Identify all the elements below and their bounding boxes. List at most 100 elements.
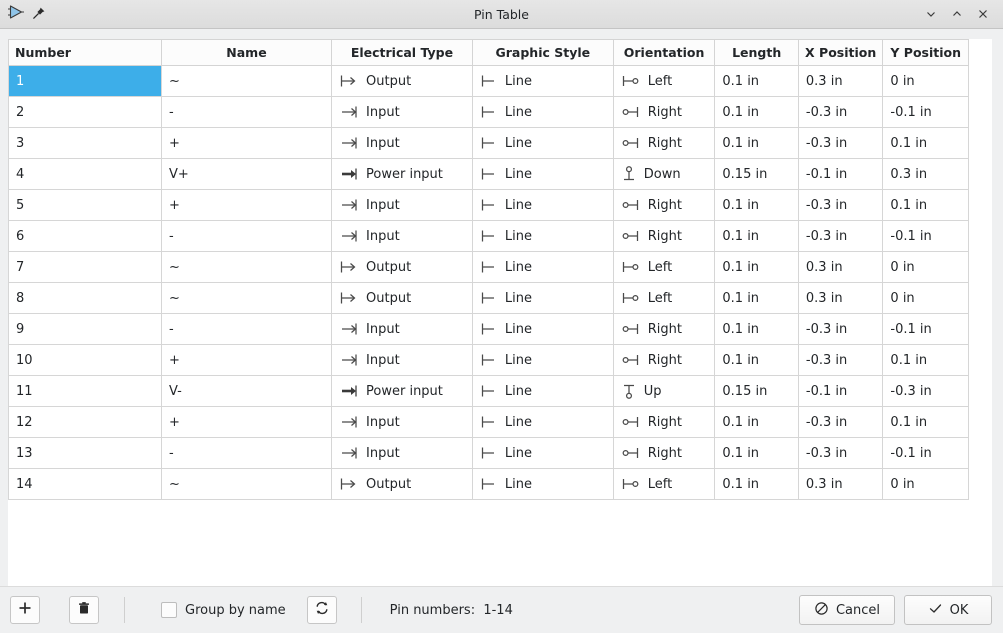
- cell-number[interactable]: 7: [9, 252, 162, 283]
- cell-orientation[interactable]: Right: [613, 407, 715, 438]
- cell-orientation[interactable]: Up: [613, 376, 715, 407]
- column-header-name[interactable]: Name: [161, 40, 331, 66]
- cell-x-position[interactable]: -0.1 in: [798, 376, 883, 407]
- cell-y-position[interactable]: 0 in: [883, 66, 969, 97]
- cell-x-position[interactable]: -0.3 in: [798, 221, 883, 252]
- cell-number[interactable]: 8: [9, 283, 162, 314]
- cell-x-position[interactable]: -0.3 in: [798, 407, 883, 438]
- cell-graphic-style[interactable]: Line: [472, 283, 613, 314]
- table-row[interactable]: 11V-Power inputLineUp0.15 in-0.1 in-0.3 …: [9, 376, 969, 407]
- cell-orientation[interactable]: Left: [613, 66, 715, 97]
- table-row[interactable]: 13-InputLineRight0.1 in-0.3 in-0.1 in: [9, 438, 969, 469]
- pin-table-scroll-area[interactable]: Number Name Electrical Type Graphic Styl…: [8, 39, 992, 586]
- cell-number[interactable]: 9: [9, 314, 162, 345]
- cancel-button[interactable]: Cancel: [799, 595, 895, 625]
- cell-x-position[interactable]: -0.3 in: [798, 314, 883, 345]
- table-row[interactable]: 9-InputLineRight0.1 in-0.3 in-0.1 in: [9, 314, 969, 345]
- table-row[interactable]: 6-InputLineRight0.1 in-0.3 in-0.1 in: [9, 221, 969, 252]
- cell-length[interactable]: 0.15 in: [715, 376, 799, 407]
- cell-orientation[interactable]: Left: [613, 469, 715, 500]
- close-button[interactable]: [971, 2, 995, 26]
- cell-electrical-type[interactable]: Output: [332, 252, 473, 283]
- column-header-number[interactable]: Number: [9, 40, 162, 66]
- cell-electrical-type[interactable]: Power input: [332, 159, 473, 190]
- cell-graphic-style[interactable]: Line: [472, 97, 613, 128]
- cell-x-position[interactable]: -0.3 in: [798, 97, 883, 128]
- table-row[interactable]: 4V+Power inputLineDown0.15 in-0.1 in0.3 …: [9, 159, 969, 190]
- cell-orientation[interactable]: Right: [613, 438, 715, 469]
- column-header-length[interactable]: Length: [715, 40, 799, 66]
- cell-graphic-style[interactable]: Line: [472, 469, 613, 500]
- cell-electrical-type[interactable]: Input: [332, 407, 473, 438]
- pushpin-icon[interactable]: [32, 5, 46, 24]
- cell-name[interactable]: +: [161, 345, 331, 376]
- cell-x-position[interactable]: -0.1 in: [798, 159, 883, 190]
- cell-electrical-type[interactable]: Input: [332, 190, 473, 221]
- cell-y-position[interactable]: 0.1 in: [883, 128, 969, 159]
- cell-y-position[interactable]: -0.1 in: [883, 314, 969, 345]
- cell-x-position[interactable]: 0.3 in: [798, 283, 883, 314]
- cell-graphic-style[interactable]: Line: [472, 66, 613, 97]
- cell-name[interactable]: ~: [161, 252, 331, 283]
- cell-name[interactable]: -: [161, 438, 331, 469]
- cell-electrical-type[interactable]: Input: [332, 221, 473, 252]
- cell-electrical-type[interactable]: Output: [332, 469, 473, 500]
- column-header-orientation[interactable]: Orientation: [613, 40, 715, 66]
- cell-x-position[interactable]: -0.3 in: [798, 190, 883, 221]
- cell-electrical-type[interactable]: Input: [332, 438, 473, 469]
- cell-name[interactable]: -: [161, 221, 331, 252]
- cell-electrical-type[interactable]: Input: [332, 97, 473, 128]
- cell-y-position[interactable]: 0 in: [883, 252, 969, 283]
- cell-y-position[interactable]: -0.1 in: [883, 97, 969, 128]
- cell-graphic-style[interactable]: Line: [472, 128, 613, 159]
- cell-orientation[interactable]: Right: [613, 190, 715, 221]
- cell-orientation[interactable]: Right: [613, 128, 715, 159]
- ok-button[interactable]: OK: [904, 595, 992, 625]
- cell-number[interactable]: 6: [9, 221, 162, 252]
- cell-length[interactable]: 0.1 in: [715, 66, 799, 97]
- refresh-button[interactable]: [307, 596, 337, 624]
- cell-y-position[interactable]: -0.3 in: [883, 376, 969, 407]
- cell-electrical-type[interactable]: Input: [332, 128, 473, 159]
- cell-graphic-style[interactable]: Line: [472, 314, 613, 345]
- cell-length[interactable]: 0.1 in: [715, 314, 799, 345]
- delete-pin-button[interactable]: [69, 596, 99, 624]
- pin-table[interactable]: Number Name Electrical Type Graphic Styl…: [8, 39, 969, 500]
- table-row[interactable]: 7~OutputLineLeft0.1 in0.3 in0 in: [9, 252, 969, 283]
- cell-number[interactable]: 4: [9, 159, 162, 190]
- cell-number[interactable]: 14: [9, 469, 162, 500]
- cell-number[interactable]: 3: [9, 128, 162, 159]
- column-header-graphic-style[interactable]: Graphic Style: [472, 40, 613, 66]
- cell-y-position[interactable]: -0.1 in: [883, 438, 969, 469]
- cell-name[interactable]: -: [161, 314, 331, 345]
- cell-electrical-type[interactable]: Input: [332, 314, 473, 345]
- cell-graphic-style[interactable]: Line: [472, 407, 613, 438]
- cell-orientation[interactable]: Right: [613, 97, 715, 128]
- cell-orientation[interactable]: Right: [613, 345, 715, 376]
- cell-electrical-type[interactable]: Output: [332, 283, 473, 314]
- add-pin-button[interactable]: [10, 596, 40, 624]
- cell-name[interactable]: +: [161, 190, 331, 221]
- cell-length[interactable]: 0.1 in: [715, 345, 799, 376]
- cell-name[interactable]: ~: [161, 469, 331, 500]
- cell-number[interactable]: 10: [9, 345, 162, 376]
- cell-graphic-style[interactable]: Line: [472, 438, 613, 469]
- cell-number[interactable]: 5: [9, 190, 162, 221]
- cell-graphic-style[interactable]: Line: [472, 221, 613, 252]
- column-header-x-position[interactable]: X Position: [798, 40, 883, 66]
- checkbox-box[interactable]: [161, 602, 177, 618]
- cell-length[interactable]: 0.1 in: [715, 283, 799, 314]
- cell-y-position[interactable]: 0 in: [883, 283, 969, 314]
- cell-name[interactable]: +: [161, 128, 331, 159]
- cell-graphic-style[interactable]: Line: [472, 376, 613, 407]
- cell-name[interactable]: +: [161, 407, 331, 438]
- cell-orientation[interactable]: Left: [613, 252, 715, 283]
- cell-length[interactable]: 0.1 in: [715, 190, 799, 221]
- table-row[interactable]: 3+InputLineRight0.1 in-0.3 in0.1 in: [9, 128, 969, 159]
- column-header-electrical-type[interactable]: Electrical Type: [332, 40, 473, 66]
- cell-electrical-type[interactable]: Input: [332, 345, 473, 376]
- cell-name[interactable]: V-: [161, 376, 331, 407]
- cell-number[interactable]: 12: [9, 407, 162, 438]
- cell-number[interactable]: 11: [9, 376, 162, 407]
- cell-name[interactable]: -: [161, 97, 331, 128]
